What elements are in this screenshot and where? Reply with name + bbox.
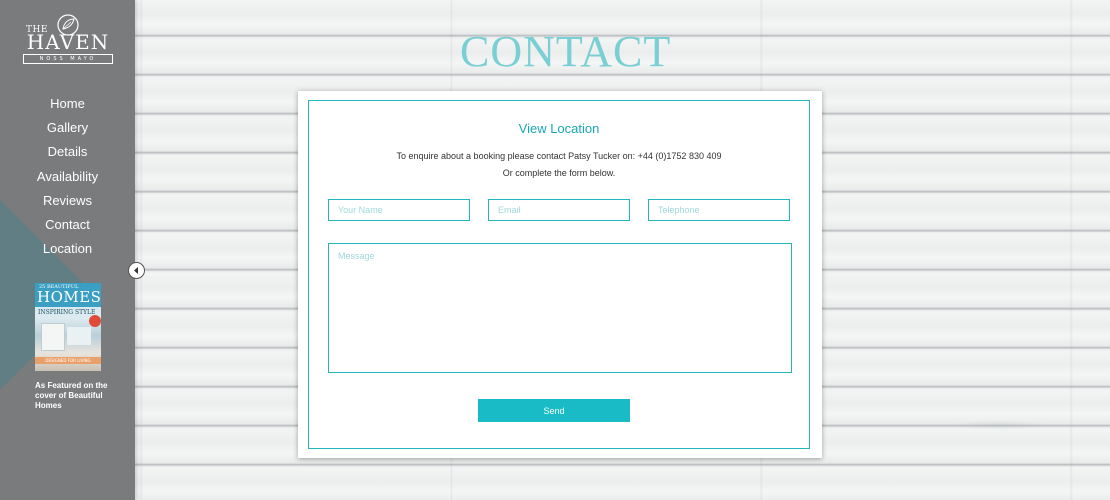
magazine-footer: DESIGNED FOR LIVING (35, 357, 101, 364)
enquiry-text: To enquire about a booking please contac… (309, 148, 809, 182)
contact-card: View Location To enquire about a booking… (298, 91, 822, 458)
site-logo[interactable]: THE HAVEN NOSS MAYO (22, 14, 114, 64)
contact-card-border: View Location To enquire about a booking… (308, 100, 810, 449)
magazine-photo (41, 323, 65, 351)
page-title: CONTACT (460, 27, 672, 76)
magazine-cover-image[interactable]: 25 BEAUTIFUL HOMES INSPIRING STYLE DESIG… (35, 283, 101, 371)
enquiry-line-1: To enquire about a booking please contac… (396, 151, 722, 161)
main-nav: Home Gallery Details Availability Review… (0, 95, 135, 264)
logo-subtitle-text: NOSS MAYO (23, 54, 113, 64)
nav-item-gallery[interactable]: Gallery (0, 119, 135, 143)
email-input[interactable] (488, 199, 630, 221)
nav-item-home[interactable]: Home (0, 95, 135, 119)
enquiry-line-2: Or complete the form below. (502, 168, 616, 178)
magazine-brand: HOMES (37, 288, 101, 306)
magazine-headline: INSPIRING STYLE (38, 309, 96, 316)
featured-caption: As Featured on the cover of Beautiful Ho… (35, 381, 108, 410)
logo-name-text: HAVEN (26, 30, 110, 54)
message-textarea[interactable] (328, 243, 792, 373)
telephone-input[interactable] (648, 199, 790, 221)
nav-item-availability[interactable]: Availability (0, 168, 135, 192)
nav-item-location[interactable]: Location (0, 240, 135, 264)
nav-item-details[interactable]: Details (0, 143, 135, 167)
magazine-photo (67, 327, 91, 345)
name-input[interactable] (328, 199, 470, 221)
sidebar-collapse-button[interactable] (128, 262, 145, 279)
send-button[interactable]: Send (478, 399, 630, 422)
magazine-badge (89, 315, 101, 327)
chevron-left-icon (134, 267, 138, 274)
sidebar: THE HAVEN NOSS MAYO Home Gallery Details… (0, 0, 135, 500)
nav-item-contact[interactable]: Contact (0, 216, 135, 240)
nav-item-reviews[interactable]: Reviews (0, 192, 135, 216)
view-location-link[interactable]: View Location (309, 121, 809, 136)
logo-the-text: THE (26, 25, 48, 35)
